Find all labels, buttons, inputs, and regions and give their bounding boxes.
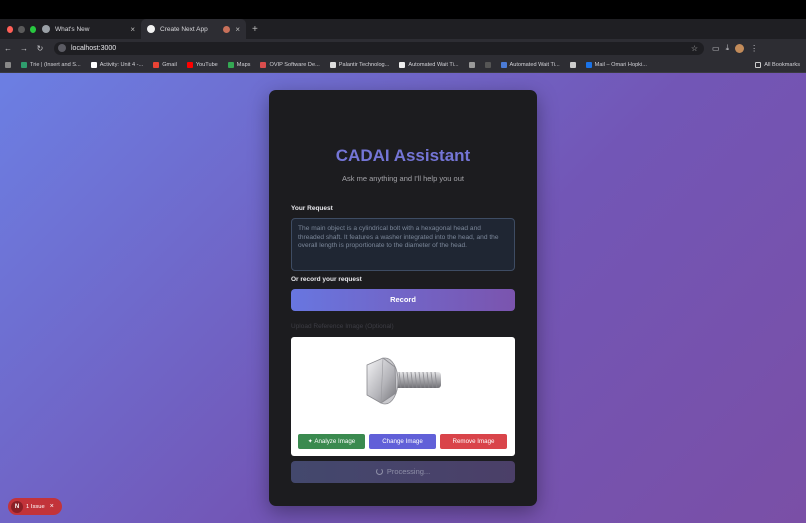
page-title: CADAI Assistant <box>335 146 471 165</box>
bookmark-item[interactable]: OVIP Software De... <box>255 61 324 68</box>
minimize-window-button[interactable] <box>18 25 25 33</box>
browser-toolbar: ← → ↻ localhost:3000 ☆ ▭ ⤓ ⋮ <box>0 39 806 57</box>
page-viewport: CADAI Assistant Ask me anything and I'll… <box>0 73 806 523</box>
apps-icon[interactable] <box>0 61 16 68</box>
request-label: Your Request <box>291 205 333 212</box>
close-icon[interactable]: × <box>50 503 54 510</box>
tab-title: Create Next App <box>160 25 208 33</box>
request-textarea[interactable]: The main object is a cylindrical bolt wi… <box>291 218 515 271</box>
recording-icon <box>223 25 231 33</box>
bookmark-item[interactable]: Automated Wait Ti... <box>394 61 463 68</box>
bookmark-item[interactable] <box>565 61 581 68</box>
chrome-icon <box>42 25 50 33</box>
bookmark-item[interactable]: YouTube <box>182 61 223 68</box>
screen-top-bar <box>0 0 806 19</box>
bookmark-item[interactable]: Maps <box>223 61 256 68</box>
bookmark-item[interactable]: Mail – Omari Hopki... <box>581 61 652 68</box>
new-tab-button[interactable]: + <box>246 24 258 35</box>
record-label: Or record your request <box>291 276 362 283</box>
bookmark-item[interactable] <box>480 61 496 68</box>
spinner-icon <box>375 468 383 475</box>
assistant-card: CADAI Assistant Ask me anything and I'll… <box>269 90 537 506</box>
site-info-icon[interactable] <box>58 44 66 52</box>
reload-icon[interactable]: ↻ <box>32 44 48 53</box>
menu-icon[interactable]: ⋮ <box>750 44 758 53</box>
bookmark-star-icon[interactable]: ☆ <box>691 44 698 53</box>
close-tab-icon[interactable]: × <box>130 25 135 34</box>
processing-label: Processing... <box>386 467 431 476</box>
bookmark-item[interactable]: Activity: Unit 4 -... <box>86 61 149 68</box>
forward-icon[interactable]: → <box>16 44 32 53</box>
window-controls <box>0 25 36 33</box>
tab-whats-new[interactable]: What's New × <box>36 19 141 39</box>
processing-button: Processing... <box>291 461 515 483</box>
address-bar[interactable]: localhost:3000 ☆ <box>54 41 704 55</box>
record-button[interactable]: Record <box>291 289 515 311</box>
bookmark-item[interactable]: Automated Wait Ti... <box>496 61 565 68</box>
change-image-button[interactable]: Change Image <box>369 434 436 449</box>
nextjs-icon <box>147 25 155 33</box>
tab-create-next-app[interactable]: Create Next App × <box>141 19 246 39</box>
issues-count: 1 Issue <box>26 503 45 510</box>
upload-label: Upload Reference Image (Optional) <box>291 323 394 330</box>
side-panel-icon[interactable]: ▭ <box>712 44 720 53</box>
remove-image-button[interactable]: Remove Image <box>440 434 507 449</box>
close-window-button[interactable] <box>7 25 14 33</box>
reference-image-preview: ✦ Analyze Image Change Image Remove Imag… <box>291 337 515 456</box>
page-subtitle: Ask me anything and I'll help you out <box>342 174 464 183</box>
dev-issues-badge[interactable]: N 1 Issue × <box>8 498 62 515</box>
analyze-image-button[interactable]: ✦ Analyze Image <box>298 434 365 449</box>
all-bookmarks[interactable]: All Bookmarks <box>750 61 806 68</box>
bookmark-item[interactable]: Palantir Technolog... <box>325 61 395 68</box>
bookmarks-bar: Trie | (Insert and S... Activity: Unit 4… <box>0 57 806 73</box>
bookmark-item[interactable]: Trie | (Insert and S... <box>16 61 86 68</box>
download-icon[interactable]: ⤓ <box>726 43 730 53</box>
back-icon[interactable]: ← <box>0 44 16 53</box>
url-text: localhost:3000 <box>71 44 117 52</box>
profile-avatar[interactable] <box>735 43 745 53</box>
bookmark-item[interactable] <box>464 61 480 68</box>
close-tab-icon[interactable]: × <box>235 25 240 34</box>
bookmark-item[interactable]: Gmail <box>148 61 182 68</box>
nextjs-logo-icon: N <box>11 500 23 513</box>
bolt-image <box>366 357 441 405</box>
browser-tab-bar: What's New × Create Next App × + <box>0 19 806 39</box>
tab-title: What's New <box>55 25 90 33</box>
